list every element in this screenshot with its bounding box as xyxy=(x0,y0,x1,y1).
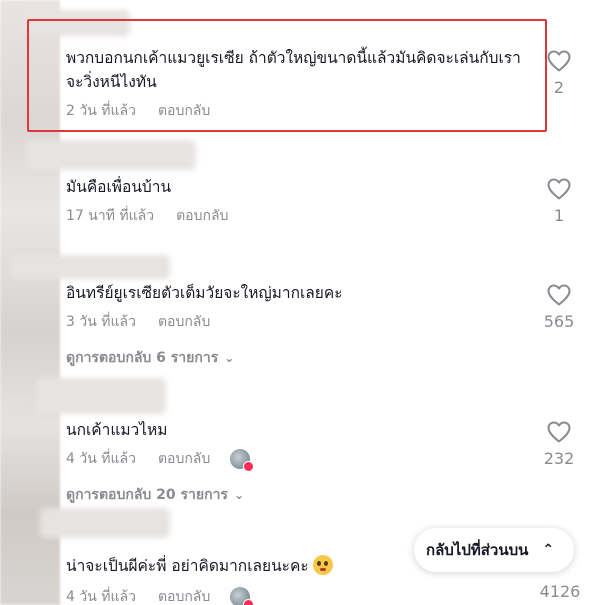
reply-button[interactable]: ตอบกลับ xyxy=(158,311,210,333)
heart-badge-icon xyxy=(243,599,255,605)
blurred-username xyxy=(36,378,166,414)
comment-item: มันคือเพื่อนบ้าน 17 นาที ที่แล้ว ตอบกลับ xyxy=(66,175,591,227)
blurred-username xyxy=(10,255,170,279)
like-count-area[interactable]: 4126 xyxy=(535,582,585,601)
comment-time: 17 นาที ที่แล้ว xyxy=(66,208,155,224)
pleading-face-icon xyxy=(312,555,333,575)
heart-outline-icon xyxy=(547,50,571,72)
comment-text: มันคือเพื่อนบ้าน xyxy=(66,178,172,196)
comment-time: 4 วัน ที่แล้ว xyxy=(66,451,136,467)
chevron-down-icon: ⌄ xyxy=(233,488,245,502)
comment-item: นกเค้าแมวไหม 4 วัน ที่แล้ว ตอบกลับ xyxy=(66,418,591,472)
heart-outline-icon xyxy=(547,178,571,200)
view-replies-button[interactable]: ดูการตอบกลับ 20 รายการ ⌄ xyxy=(66,484,244,506)
blurred-username xyxy=(40,508,170,538)
reply-button[interactable]: ตอบกลับ xyxy=(176,205,228,227)
heart-badge-icon xyxy=(243,461,255,472)
comment-time: 3 วัน ที่แล้ว xyxy=(66,314,136,330)
like-count: 4126 xyxy=(539,582,581,601)
highlight-box xyxy=(27,19,547,132)
back-to-top-button[interactable]: กลับไปที่ส่วนบน ⌃ xyxy=(414,528,575,572)
creator-liked-avatar xyxy=(230,587,255,605)
comment-meta: 4 วัน ที่แล้ว ตอบกลับ xyxy=(66,448,591,472)
like-count: 1 xyxy=(553,206,565,225)
like-count: 565 xyxy=(543,312,575,331)
comment-text-body: น่าจะเป็นผีค่ะพี่ อย่าคิดมากเลยนะคะ xyxy=(66,557,309,575)
comment-item: อินทรีย์ยูเรเซียตัวเต็มวัยจะใหญ่มากเลยคะ… xyxy=(66,281,591,333)
reply-button[interactable]: ตอบกลับ xyxy=(158,586,210,605)
comment-meta: 4 วัน ที่แล้ว ตอบกลับ xyxy=(66,586,591,605)
double-chevron-up-icon: ⌃ xyxy=(542,542,555,558)
reply-button[interactable]: ตอบกลับ xyxy=(158,448,210,470)
comment-time: 4 วัน ที่แล้ว xyxy=(66,589,136,605)
back-to-top-label: กลับไปที่ส่วนบน xyxy=(426,541,529,559)
like-button[interactable]: 232 xyxy=(539,421,579,468)
like-button[interactable]: 565 xyxy=(539,284,579,331)
creator-liked-avatar xyxy=(230,449,255,472)
comment-text: อินทรีย์ยูเรเซียตัวเต็มวัยจะใหญ่มากเลยคะ xyxy=(66,284,343,302)
comment-meta: 17 นาที ที่แล้ว ตอบกลับ xyxy=(66,205,591,227)
like-count: 2 xyxy=(553,78,565,97)
comment-meta: 3 วัน ที่แล้ว ตอบกลับ xyxy=(66,311,591,333)
view-replies-button[interactable]: ดูการตอบกลับ 6 รายการ ⌄ xyxy=(66,347,234,369)
blurred-username xyxy=(26,140,196,170)
view-replies-label: ดูการตอบกลับ 6 รายการ xyxy=(66,350,219,366)
heart-outline-icon xyxy=(547,421,571,443)
like-button[interactable]: 1 xyxy=(539,178,579,225)
like-count: 232 xyxy=(543,449,575,468)
view-replies-label: ดูการตอบกลับ 20 รายการ xyxy=(66,487,228,503)
chevron-down-icon: ⌄ xyxy=(224,351,235,365)
heart-outline-icon xyxy=(547,284,571,306)
comment-text: นกเค้าแมวไหม xyxy=(66,421,168,439)
